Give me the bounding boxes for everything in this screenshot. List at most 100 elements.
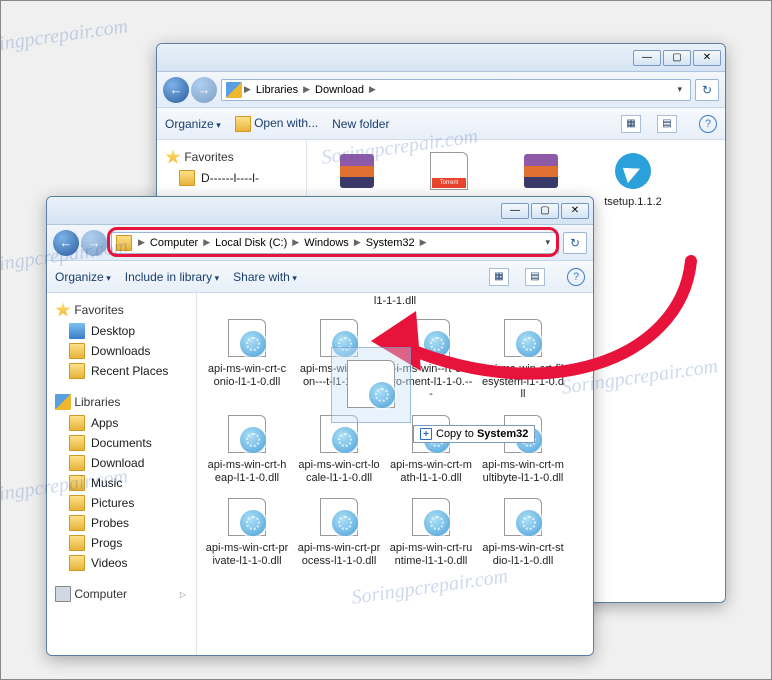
- breadcrumb-sep: ▶: [242, 84, 253, 95]
- titlebar: — ▢ ✕: [157, 44, 725, 72]
- file-label: api-ms-win-crt-conio-l1-1-0.dll: [205, 363, 289, 388]
- back-button[interactable]: ←: [163, 77, 189, 103]
- gear-icon: [240, 331, 266, 357]
- file-label: api-ms-win-crt-multibyte-l1-1-0.dll: [481, 459, 565, 484]
- sidebar-item-videos[interactable]: Videos: [47, 553, 196, 573]
- file-item-dll[interactable]: api-ms-win-crt-process-l1-1-0.dll: [295, 492, 383, 569]
- torrent-icon: Torrent: [432, 178, 466, 188]
- folder-icon: [69, 435, 85, 451]
- organize-menu[interactable]: Organize: [55, 270, 111, 284]
- maximize-button[interactable]: ▢: [531, 203, 559, 219]
- file-item-dll[interactable]: api-ms-win-crt-conio-l1-1-0.dll: [203, 313, 291, 403]
- file-item-dll[interactable]: api-ms-win-crt-private-l1-1-0.dll: [203, 492, 291, 569]
- new-folder-button[interactable]: New folder: [332, 117, 389, 131]
- gear-icon: [332, 427, 358, 453]
- gear-icon: [424, 331, 450, 357]
- help-button[interactable]: ?: [699, 115, 717, 133]
- view-mode-button[interactable]: ▦: [489, 268, 509, 286]
- address-dropdown[interactable]: ▾: [541, 237, 554, 248]
- forward-button[interactable]: →: [81, 230, 107, 256]
- refresh-button[interactable]: ↻: [695, 79, 719, 101]
- computer-icon: [55, 586, 71, 602]
- file-fragment: l1-1-1.dll: [203, 295, 587, 307]
- folder-icon: [69, 415, 85, 431]
- file-item-dll[interactable]: api-ms-win-crt-multibyte-l1-1-0.dll: [479, 409, 567, 486]
- sidebar-item-download[interactable]: Download: [47, 453, 196, 473]
- minimize-button[interactable]: —: [501, 203, 529, 219]
- folder-icon: [69, 363, 85, 379]
- sidebar-item-recent[interactable]: Recent Places: [47, 361, 196, 381]
- sidebar-item[interactable]: D------l----l-: [157, 168, 306, 188]
- help-button[interactable]: ?: [567, 268, 585, 286]
- maximize-button[interactable]: ▢: [663, 50, 691, 66]
- breadcrumb-sep: ▶: [301, 84, 312, 95]
- share-with-menu[interactable]: Share with: [233, 270, 297, 284]
- sidebar-libraries[interactable]: Libraries: [47, 391, 196, 413]
- address-bar[interactable]: ▶ Computer ▶ Local Disk (C:) ▶ Windows ▶…: [111, 232, 559, 254]
- drag-ghost: [331, 347, 411, 423]
- sidebar-favorites[interactable]: Favorites: [47, 299, 196, 321]
- sidebar-computer[interactable]: Computer▷: [47, 583, 196, 605]
- file-item-dll[interactable]: api-ms-win-crt-filesystem-l1-1-0.dll: [479, 313, 567, 403]
- forward-button[interactable]: →: [191, 77, 217, 103]
- refresh-button[interactable]: ↻: [563, 232, 587, 254]
- breadcrumb-libraries[interactable]: Libraries: [253, 84, 301, 96]
- folder-icon: [69, 515, 85, 531]
- view-mode-button[interactable]: ▦: [621, 115, 641, 133]
- breadcrumb-system32[interactable]: System32: [363, 237, 418, 249]
- breadcrumb-localdisk[interactable]: Local Disk (C:): [212, 237, 290, 249]
- breadcrumb-sep: ▶: [418, 237, 429, 248]
- address-dropdown[interactable]: ▾: [673, 84, 686, 95]
- file-item-dll[interactable]: api-ms-win-crt-heap-l1-1-0.dll: [203, 409, 291, 486]
- sidebar-item-desktop[interactable]: Desktop: [47, 321, 196, 341]
- open-with-button[interactable]: Open with...: [235, 116, 318, 132]
- file-label: api-ms-win-crt-stdio-l1-1-0.dll: [481, 542, 565, 567]
- star-icon: [55, 302, 71, 318]
- toolbar: Organize Open with... New folder ▦ ▤ ?: [157, 108, 725, 140]
- close-button[interactable]: ✕: [561, 203, 589, 219]
- file-label: api-ms-win-crt-math-l1-1-0.dll: [389, 459, 473, 484]
- chevron-right-icon: ▷: [180, 590, 188, 599]
- toolbar: Organize Include in library Share with ▦…: [47, 261, 593, 293]
- address-bar[interactable]: ▶ Libraries ▶ Download ▶ ▾: [221, 79, 691, 101]
- watermark: Soringpcrepair.com: [0, 15, 129, 60]
- breadcrumb-sep: ▶: [367, 84, 378, 95]
- titlebar: — ▢ ✕: [47, 197, 593, 225]
- file-label: api-ms-win-crt-runtime-l1-1-0.dll: [389, 542, 473, 567]
- minimize-button[interactable]: —: [633, 50, 661, 66]
- file-label: api-ms-win-crt-private-l1-1-0.dll: [205, 542, 289, 567]
- sidebar-favorites[interactable]: Favorites: [157, 146, 306, 168]
- gear-icon: [516, 331, 542, 357]
- breadcrumb-download[interactable]: Download: [312, 84, 367, 96]
- file-label: api-ms-win-crt-filesystem-l1-1-0.dll: [481, 363, 565, 401]
- sidebar-item-progs[interactable]: Progs: [47, 533, 196, 553]
- sidebar: Favorites Desktop Downloads Recent Place…: [47, 293, 197, 655]
- breadcrumb-windows[interactable]: Windows: [301, 237, 352, 249]
- gear-icon: [369, 382, 395, 408]
- sidebar-item-documents[interactable]: Documents: [47, 433, 196, 453]
- sidebar-item-apps[interactable]: Apps: [47, 413, 196, 433]
- preview-pane-button[interactable]: ▤: [657, 115, 677, 133]
- breadcrumb-computer[interactable]: Computer: [147, 237, 201, 249]
- close-button[interactable]: ✕: [693, 50, 721, 66]
- file-item-dll[interactable]: api-ms-win-crt-runtime-l1-1-0.dll: [387, 492, 475, 569]
- library-icon: [55, 394, 71, 410]
- sidebar-item-pictures[interactable]: Pictures: [47, 493, 196, 513]
- back-button[interactable]: ←: [53, 230, 79, 256]
- file-item-dll[interactable]: api-ms-win-crt-stdio-l1-1-0.dll: [479, 492, 567, 569]
- copy-tooltip: + Copy to System32: [413, 425, 535, 443]
- organize-menu[interactable]: Organize: [165, 117, 221, 131]
- breadcrumb-sep: ▶: [201, 237, 212, 248]
- breadcrumb-sep: ▶: [136, 237, 147, 248]
- include-library-menu[interactable]: Include in library: [125, 270, 219, 284]
- star-icon: [165, 149, 181, 165]
- sidebar-item-music[interactable]: Music: [47, 473, 196, 493]
- sidebar-item-probes[interactable]: Probes: [47, 513, 196, 533]
- desktop-icon: [69, 323, 85, 339]
- file-item-tsetup[interactable]: tsetup.1.1.2: [589, 146, 677, 211]
- preview-pane-button[interactable]: ▤: [525, 268, 545, 286]
- folder-icon: [69, 535, 85, 551]
- sidebar-item-downloads[interactable]: Downloads: [47, 341, 196, 361]
- telegram-icon: [615, 153, 651, 189]
- folder-icon: [69, 455, 85, 471]
